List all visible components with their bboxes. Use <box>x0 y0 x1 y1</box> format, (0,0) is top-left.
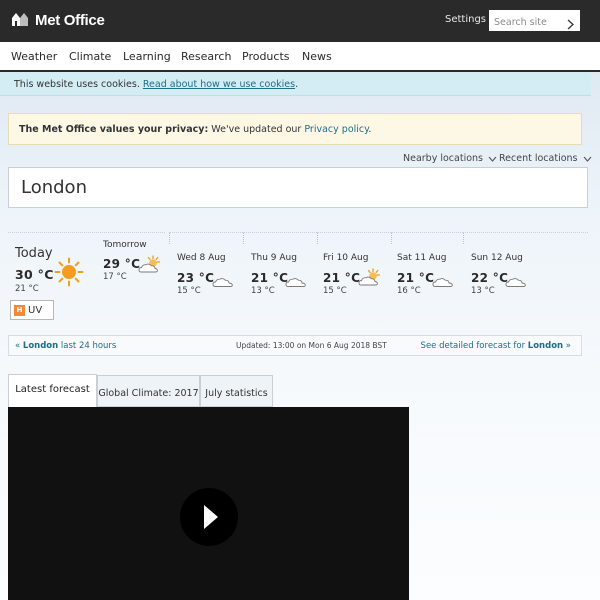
chevron-down-icon <box>583 156 591 162</box>
detailed-forecast-location: London <box>527 341 564 351</box>
privacy-policy-link[interactable]: Privacy policy <box>304 124 368 135</box>
day-name: Today <box>15 246 53 261</box>
day-name: Sun 12 Aug <box>471 253 523 263</box>
last-24-location: London <box>22 341 59 351</box>
cloud-icon <box>285 278 306 287</box>
uv-level-badge: H <box>14 304 25 316</box>
forecast-video-player[interactable] <box>8 407 409 600</box>
chevron-down-icon <box>488 156 497 162</box>
tab-july-statistics[interactable]: July statistics <box>200 375 273 407</box>
day-low-temp: 21 °C <box>15 284 39 294</box>
cloud-icon <box>505 278 526 287</box>
uv-index-indicator[interactable]: H UV <box>10 300 54 320</box>
search-submit-chevron-icon[interactable] <box>565 15 575 30</box>
divider <box>8 232 165 233</box>
nearby-locations-dropdown[interactable]: Nearby locations <box>403 153 497 164</box>
play-button[interactable] <box>180 488 238 546</box>
main-nav: Weather Climate Learning Research Produc… <box>0 42 600 72</box>
day-name: Thu 9 Aug <box>251 253 297 263</box>
detailed-forecast-link[interactable]: See detailed forecast for London » <box>421 341 571 351</box>
divider <box>317 232 391 233</box>
cookie-text: This website uses cookies. <box>14 79 140 90</box>
play-icon <box>204 505 218 529</box>
day-name: Wed 8 Aug <box>177 253 226 263</box>
sunny-intervals-icon <box>138 255 161 273</box>
forecast-day-today[interactable]: Today 30 °C 21 °C <box>15 246 54 294</box>
nav-item-climate[interactable]: Climate <box>69 50 111 63</box>
day-name: Tomorrow <box>103 240 147 250</box>
detailed-forecast-text: See detailed forecast for <box>420 341 526 351</box>
back-chevron-icon: « <box>15 341 21 351</box>
day-name: Sat 11 Aug <box>397 253 447 263</box>
divider <box>391 232 463 233</box>
top-bar: Met Office Settings <box>0 0 600 42</box>
nav-item-products[interactable]: Products <box>242 50 290 63</box>
recent-locations-label: Recent locations <box>499 153 578 164</box>
nav-item-learning[interactable]: Learning <box>123 50 171 63</box>
last-24-text: last 24 hours <box>60 341 117 351</box>
nearby-locations-label: Nearby locations <box>403 153 483 164</box>
divider <box>317 232 318 244</box>
logo-text: Met Office <box>35 11 105 29</box>
nav-item-research[interactable]: Research <box>181 50 231 63</box>
forecast-footer: « London last 24 hours Updated: 13:00 on… <box>8 335 582 356</box>
forward-chevron-icon: » <box>565 341 571 351</box>
sunny-intervals-icon <box>358 268 381 286</box>
divider <box>169 232 170 244</box>
divider <box>463 232 464 244</box>
recent-locations-dropdown[interactable]: Recent locations <box>499 153 592 164</box>
cloud-icon <box>212 278 233 287</box>
crown-logo-icon <box>10 11 30 29</box>
settings-link[interactable]: Settings <box>445 14 486 25</box>
cloud-icon <box>432 278 453 287</box>
updated-timestamp: Updated: 13:00 on Mon 6 Aug 2018 BST <box>236 341 387 350</box>
sun-icon <box>54 257 84 287</box>
divider <box>391 232 392 244</box>
nav-item-news[interactable]: News <box>302 50 332 63</box>
divider <box>243 232 317 233</box>
search-input[interactable] <box>489 12 559 33</box>
tab-global-climate-2017[interactable]: Global Climate: 2017 <box>97 375 200 407</box>
met-office-logo[interactable]: Met Office <box>10 11 105 29</box>
privacy-text: We've updated our <box>211 124 302 135</box>
last-24-hours-link[interactable]: « London last 24 hours <box>15 341 116 351</box>
divider <box>169 232 243 233</box>
search-box <box>489 10 580 33</box>
cookie-policy-link[interactable]: Read about how we use cookies <box>143 79 295 90</box>
privacy-heading: The Met Office values your privacy: <box>19 124 209 135</box>
nav-item-weather[interactable]: Weather <box>11 50 57 63</box>
divider <box>463 232 588 233</box>
cookie-banner: This website uses cookies. Read about ho… <box>0 72 591 96</box>
day-name: Fri 10 Aug <box>323 253 369 263</box>
divider <box>243 232 244 244</box>
uv-label: UV <box>28 304 43 316</box>
day-high-temp: 30 °C <box>15 267 54 282</box>
location-search-field[interactable]: London <box>8 167 588 208</box>
privacy-notice: The Met Office values your privacy: We'v… <box>8 113 582 145</box>
tab-latest-forecast[interactable]: Latest forecast <box>8 374 97 407</box>
